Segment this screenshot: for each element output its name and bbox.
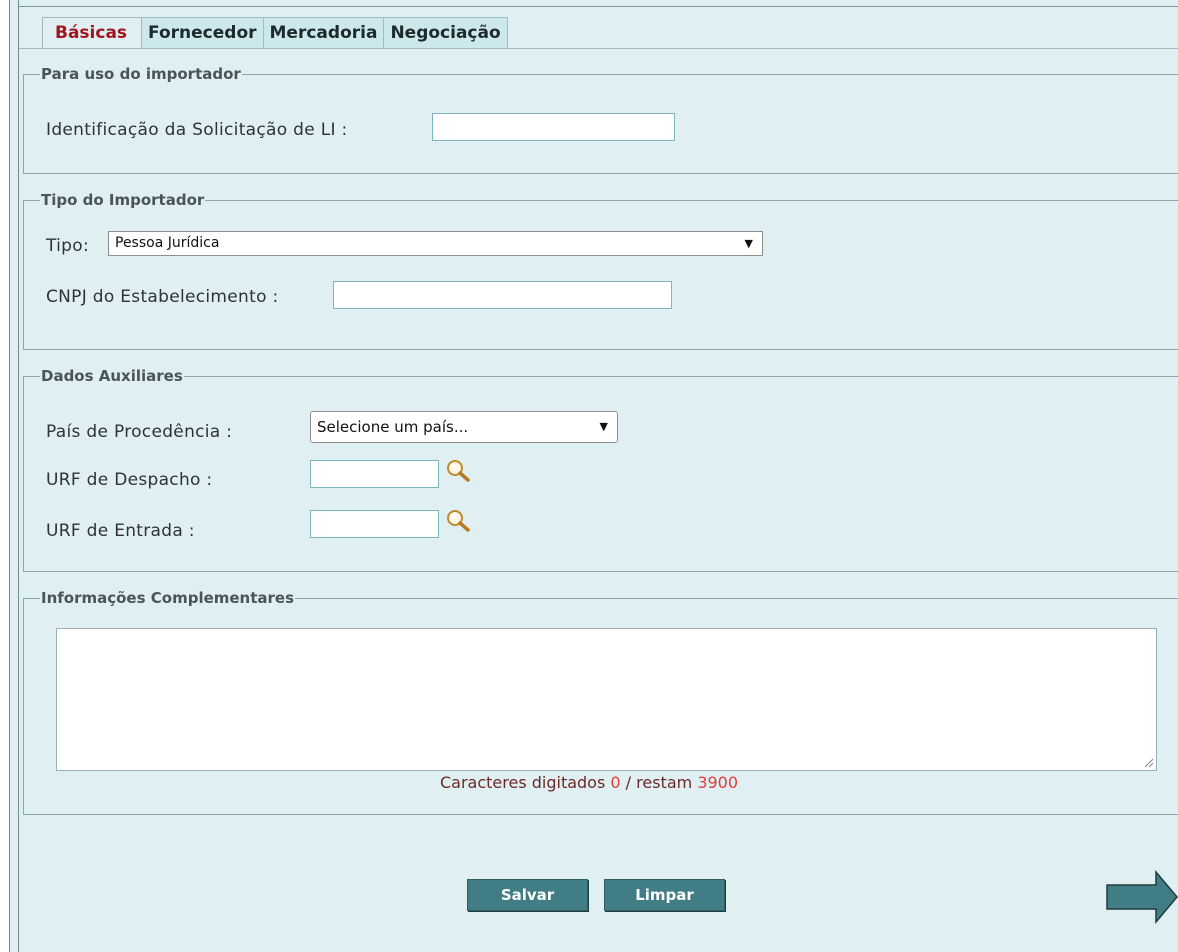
tab-underline [19,48,1178,49]
counter-remaining: 3900 [697,773,739,792]
resize-grip-icon[interactable] [1144,758,1154,768]
clear-button[interactable]: Limpar [604,879,725,911]
counter-prefix: Caracteres digitados [439,773,606,792]
tipo-selected-value: Pessoa Jurídica [115,235,220,251]
legend-tipo-importador: Tipo do Importador [24,191,206,209]
tab-basicas[interactable]: Básicas [42,17,143,49]
triangle-down-icon: ▼ [599,420,608,433]
character-counter: Caracteres digitados 0 / restam 3900 [0,773,1178,792]
magnifier-icon[interactable] [445,459,471,483]
counter-mid: / restam [625,773,693,792]
tab-mercadoria[interactable]: Mercadoria [262,17,385,49]
urf-despacho-input[interactable] [310,460,439,488]
top-divider [19,6,1178,7]
urf-entrada-input[interactable] [310,510,439,538]
tipo-select[interactable]: Pessoa Jurídica ▼ [108,231,763,256]
info-complementares-textarea[interactable] [56,628,1157,771]
magnifier-icon[interactable] [445,509,471,533]
counter-typed: 0 [610,773,621,792]
left-border [0,0,10,952]
arrow-right-icon[interactable] [1106,870,1178,924]
left-border-inner [10,0,19,952]
pais-label: País de Procedência : [46,422,233,442]
legend-importador: Para uso do importador [24,65,242,83]
cnpj-input[interactable] [333,281,672,309]
id-solicitacao-label: Identificação da Solicitação de LI : [46,120,348,140]
legend-dados-auxiliares: Dados Auxiliares [24,367,184,385]
tab-negociacao[interactable]: Negociação [383,17,508,49]
pais-select[interactable]: Selecione um país... ▼ [310,411,618,443]
tipo-label: Tipo: [46,236,90,256]
triangle-down-icon: ▼ [744,237,753,250]
urf-entrada-label: URF de Entrada : [46,521,195,541]
legend-info-complementares: Informações Complementares [24,589,296,607]
pais-selected-value: Selecione um país... [317,418,469,436]
fieldset-tipo-importador: Tipo do Importador [23,191,1178,350]
cnpj-label: CNPJ do Estabelecimento : [46,287,279,307]
id-solicitacao-input[interactable] [432,113,675,141]
tab-bar: Básicas Fornecedor Mercadoria Negociação [42,17,508,49]
tab-fornecedor[interactable]: Fornecedor [141,17,264,49]
save-button[interactable]: Salvar [467,879,588,911]
urf-despacho-label: URF de Despacho : [46,470,213,490]
